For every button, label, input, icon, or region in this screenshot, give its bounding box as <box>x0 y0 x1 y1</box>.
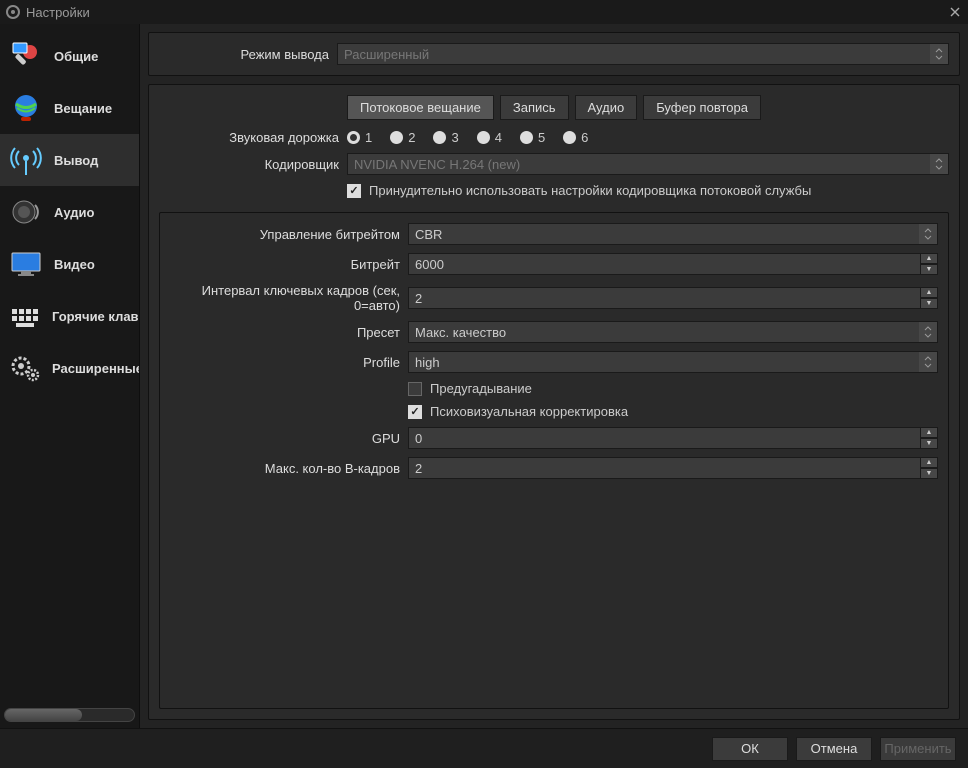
audio-track-label: Звуковая дорожка <box>159 130 339 145</box>
output-mode-select[interactable]: Расширенный <box>337 43 949 65</box>
chevron-down-icon[interactable]: ▼ <box>920 298 938 309</box>
chevron-up-icon[interactable]: ▲ <box>920 427 938 438</box>
gpu-label: GPU <box>170 431 400 446</box>
bitrate-label: Битрейт <box>170 257 400 272</box>
bitrate-spinner[interactable]: 6000 ▲▼ <box>408 253 938 275</box>
sidebar-item-label: Расширенные <box>52 361 139 376</box>
chevron-updown-icon <box>930 154 948 174</box>
chevron-down-icon[interactable]: ▼ <box>920 264 938 275</box>
apply-button[interactable]: Применить <box>880 737 956 761</box>
sidebar-item-output[interactable]: Вывод <box>0 134 139 186</box>
keyint-spinner[interactable]: 2 ▲▼ <box>408 287 938 309</box>
tab-audio[interactable]: Аудио <box>575 95 638 120</box>
sidebar-item-label: Вещание <box>54 101 112 116</box>
preset-select[interactable]: Макс. качество <box>408 321 938 343</box>
encoder-select[interactable]: NVIDIA NVENC H.264 (new) <box>347 153 949 175</box>
broadcast-icon <box>8 142 44 178</box>
gpu-spinner[interactable]: 0 ▲▼ <box>408 427 938 449</box>
wrench-icon <box>8 38 44 74</box>
gears-icon <box>8 350 42 386</box>
enforce-checkbox[interactable]: ✓ <box>347 184 361 198</box>
audio-track-group: 1 2 3 4 5 6 <box>347 130 949 145</box>
profile-select[interactable]: high <box>408 351 938 373</box>
output-tabs: Потоковое вещание Запись Аудио Буфер пов… <box>159 95 949 120</box>
lookahead-label: Предугадывание <box>430 381 532 396</box>
sidebar-item-label: Общие <box>54 49 98 64</box>
lookahead-checkbox[interactable] <box>408 382 422 396</box>
app-icon <box>6 5 20 19</box>
output-mode-panel: Режим вывода Расширенный <box>148 32 960 76</box>
sidebar-item-label: Горячие клавиши <box>52 309 139 324</box>
cancel-button[interactable]: Отмена <box>796 737 872 761</box>
tab-streaming[interactable]: Потоковое вещание <box>347 95 494 120</box>
keyint-label: Интервал ключевых кадров (сек, 0=авто) <box>170 283 400 313</box>
track-2-radio[interactable]: 2 <box>390 130 415 145</box>
chevron-updown-icon <box>919 322 937 342</box>
rate-control-select[interactable]: CBR <box>408 223 938 245</box>
profile-label: Profile <box>170 355 400 370</box>
sidebar-item-hotkeys[interactable]: Горячие клавиши <box>0 290 139 342</box>
sidebar-item-audio[interactable]: Аудио <box>0 186 139 238</box>
psycho-checkbox[interactable]: ✓ <box>408 405 422 419</box>
close-icon[interactable] <box>948 5 962 19</box>
track-6-radio[interactable]: 6 <box>563 130 588 145</box>
chevron-down-icon[interactable]: ▼ <box>920 438 938 449</box>
sidebar-item-label: Аудио <box>54 205 94 220</box>
tab-replay[interactable]: Буфер повтора <box>643 95 761 120</box>
footer: ОК Отмена Применить <box>0 728 968 768</box>
sidebar-item-label: Вывод <box>54 153 98 168</box>
track-3-radio[interactable]: 3 <box>433 130 458 145</box>
track-5-radio[interactable]: 5 <box>520 130 545 145</box>
preset-label: Пресет <box>170 325 400 340</box>
psycho-label: Психовизуальная корректировка <box>430 404 628 419</box>
track-4-radio[interactable]: 4 <box>477 130 502 145</box>
enforce-label: Принудительно использовать настройки код… <box>369 183 811 198</box>
monitor-icon <box>8 246 44 282</box>
window-title: Настройки <box>26 5 90 20</box>
encoder-label: Кодировщик <box>159 157 339 172</box>
sidebar-item-label: Видео <box>54 257 95 272</box>
ok-button[interactable]: ОК <box>712 737 788 761</box>
sidebar-item-advanced[interactable]: Расширенные <box>0 342 139 394</box>
tab-recording[interactable]: Запись <box>500 95 569 120</box>
streaming-panel: Потоковое вещание Запись Аудио Буфер пов… <box>148 84 960 720</box>
titlebar: Настройки <box>0 0 968 24</box>
bframes-label: Макс. кол-во B-кадров <box>170 461 400 476</box>
output-mode-label: Режим вывода <box>159 47 329 62</box>
chevron-updown-icon <box>919 352 937 372</box>
sidebar-item-video[interactable]: Видео <box>0 238 139 290</box>
chevron-updown-icon <box>930 44 948 64</box>
sidebar-scrollbar[interactable] <box>4 708 135 722</box>
bframes-spinner[interactable]: 2 ▲▼ <box>408 457 938 479</box>
chevron-updown-icon <box>919 224 937 244</box>
sidebar: Общие Вещание Вывод Аудио <box>0 24 140 728</box>
chevron-down-icon[interactable]: ▼ <box>920 468 938 479</box>
globe-icon <box>8 90 44 126</box>
encoder-settings-panel: Управление битрейтом CBR Битрейт <box>159 212 949 709</box>
chevron-up-icon[interactable]: ▲ <box>920 253 938 264</box>
chevron-up-icon[interactable]: ▲ <box>920 457 938 468</box>
chevron-up-icon[interactable]: ▲ <box>920 287 938 298</box>
rate-control-label: Управление битрейтом <box>170 227 400 242</box>
sidebar-item-general[interactable]: Общие <box>0 30 139 82</box>
track-1-radio[interactable]: 1 <box>347 130 372 145</box>
sidebar-item-stream[interactable]: Вещание <box>0 82 139 134</box>
keyboard-icon <box>8 298 42 334</box>
speaker-icon <box>8 194 44 230</box>
main-panel: Режим вывода Расширенный Потоковое вещан… <box>140 24 968 728</box>
